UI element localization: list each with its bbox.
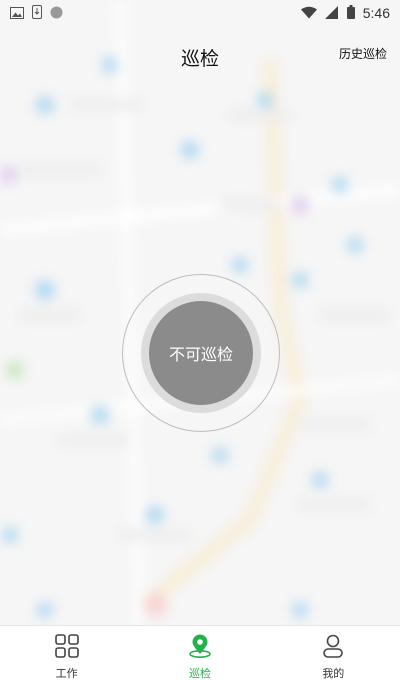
status-bar: 5:46 (0, 0, 400, 26)
signal-icon (324, 4, 339, 23)
app-header: 巡检 历史巡检 (0, 40, 400, 74)
history-patrol-link[interactable]: 历史巡检 (339, 45, 387, 62)
circle-dot-icon (50, 4, 63, 23)
status-time: 5:46 (362, 5, 390, 21)
location-pin-icon (187, 634, 213, 662)
tab-mine[interactable]: 我的 (267, 626, 400, 680)
status-bar-right: 5:46 (300, 4, 390, 23)
patrol-button-label: 不可巡检 (168, 347, 233, 364)
tab-mine-label: 我的 (322, 668, 345, 680)
tab-patrol[interactable]: 巡检 (133, 626, 266, 680)
bottom-tab-bar: 工作 巡检 我的 (0, 625, 400, 680)
tab-work[interactable]: 工作 (0, 626, 133, 680)
tab-patrol-label: 巡检 (188, 668, 211, 680)
status-bar-left (10, 4, 63, 23)
app-screen: 5:46 巡检 历史巡检 不可巡检 工作 巡检 我的 (0, 0, 400, 680)
battery-icon (346, 4, 355, 23)
wifi-icon (300, 4, 317, 23)
person-icon (320, 634, 346, 662)
grid-icon (54, 634, 80, 662)
image-icon (10, 4, 24, 23)
download-status-icon (32, 4, 42, 23)
tab-work-label: 工作 (55, 668, 78, 680)
patrol-button[interactable]: 不可巡检 (149, 301, 253, 405)
